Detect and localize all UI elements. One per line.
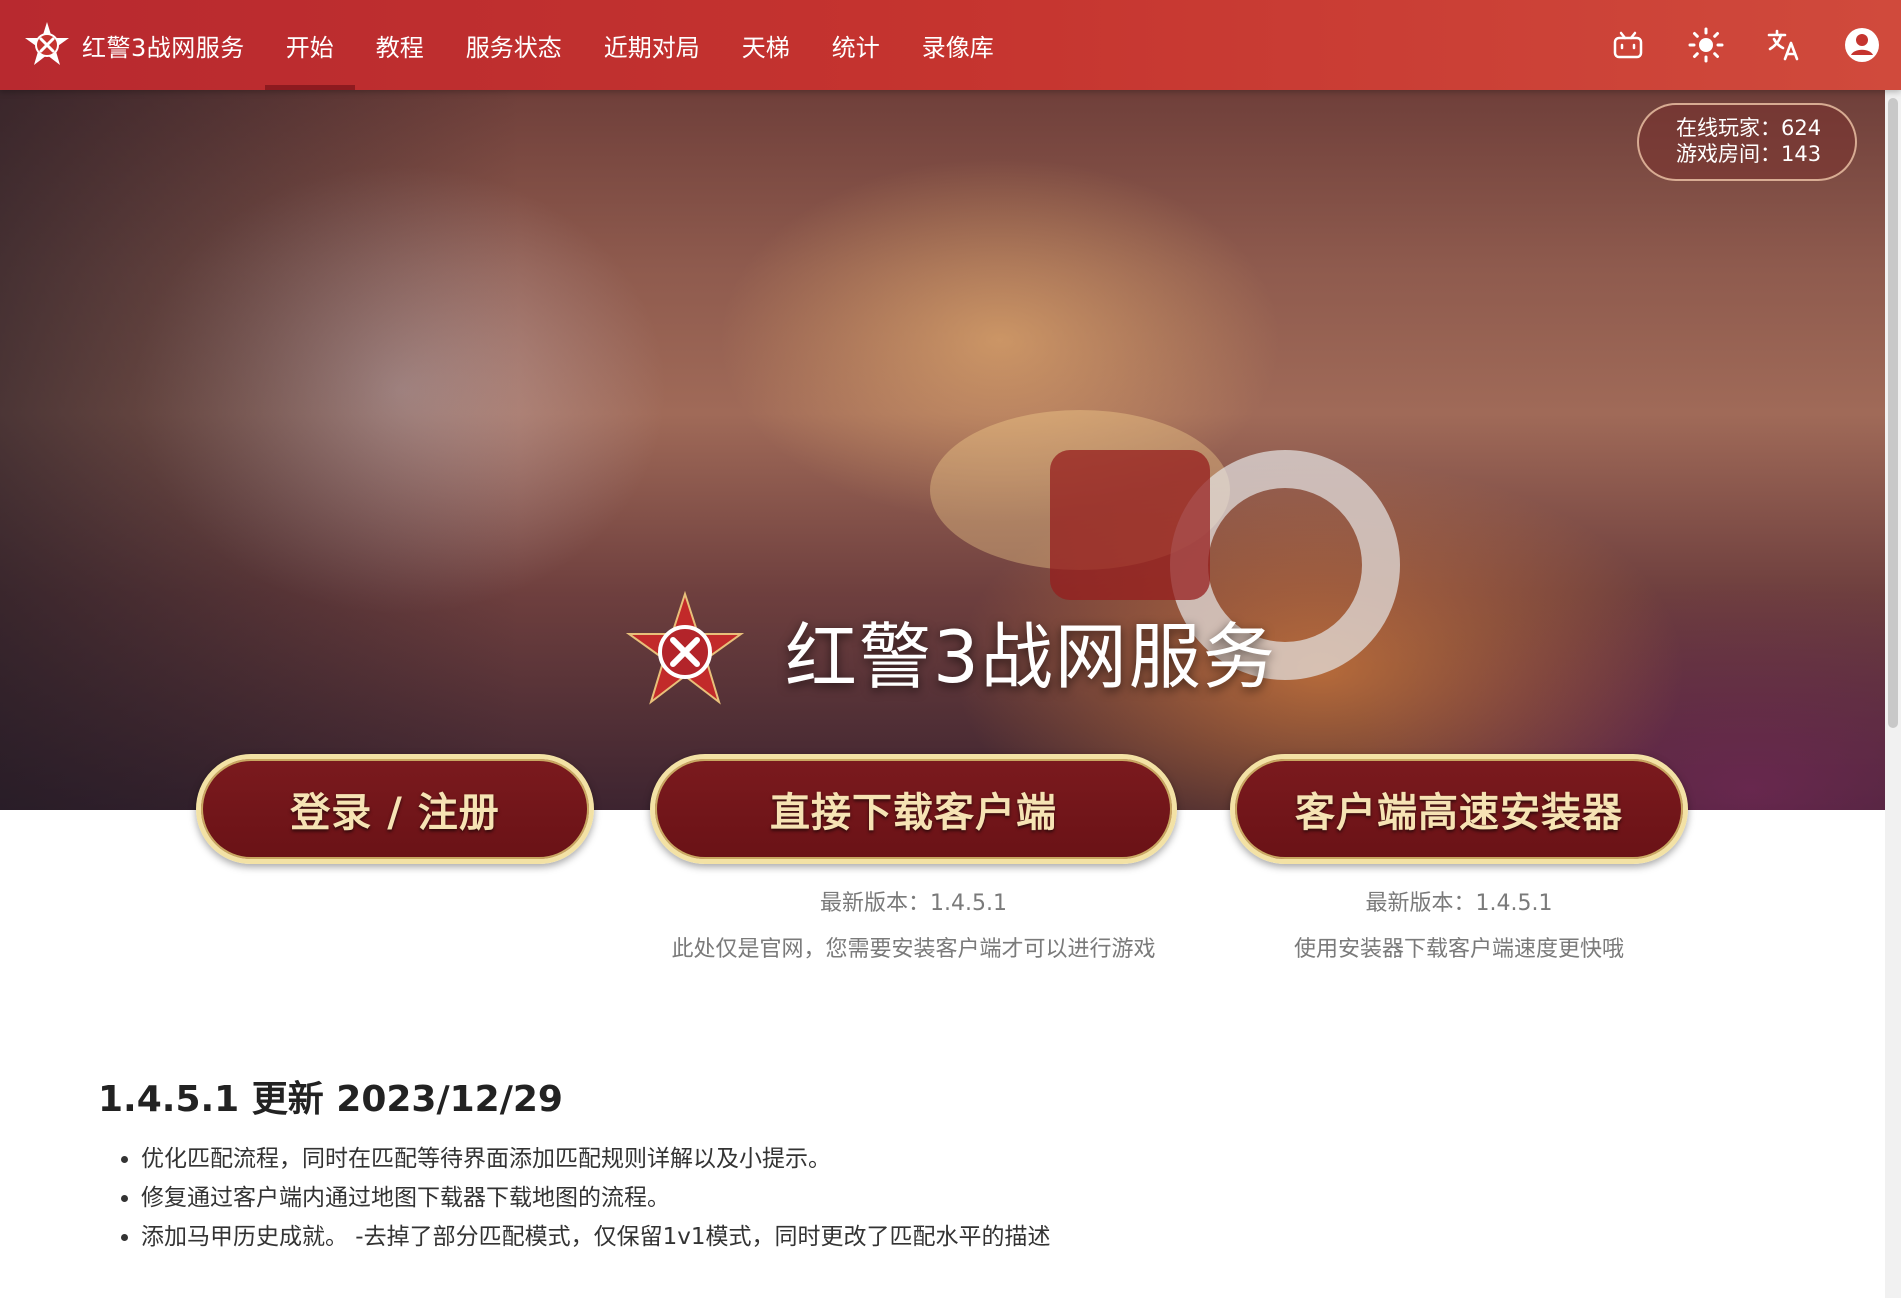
- page-scrollbar[interactable]: [1885, 90, 1901, 1298]
- hero-decorative-drum: [1050, 450, 1210, 600]
- nav-item-tutorial[interactable]: 教程: [355, 0, 445, 90]
- hero-title: 红警3战网服务: [785, 614, 1277, 699]
- account-icon[interactable]: [1823, 0, 1901, 90]
- installer-version-text: 最新版本：1.4.5.1: [1365, 891, 1553, 916]
- brand-title: 红警3战网服务: [82, 33, 245, 62]
- changelog-title: 1.4.5.1 更新 2023/12/29: [98, 1079, 563, 1120]
- hero-title-block: 红警3战网服务: [625, 590, 1277, 710]
- nav-item-service-status[interactable]: 服务状态: [445, 0, 583, 90]
- red-star-emblem-icon: [625, 590, 745, 705]
- changelog-item: 添加马甲历史成就。 -去掉了部分匹配模式，仅保留1v1模式，同时更改了匹配水平的…: [141, 1218, 1051, 1257]
- red-star-logo-icon: [22, 20, 72, 70]
- nav-item-statistics[interactable]: 统计: [811, 0, 901, 90]
- download-note-text: 此处仅是官网，您需要安装客户端才可以进行游戏: [671, 937, 1156, 962]
- nav-item-start[interactable]: 开始: [264, 0, 355, 90]
- online-players: 在线玩家：624: [1676, 116, 1822, 140]
- installer-note-text: 使用安装器下载客户端速度更快哦: [1293, 937, 1624, 962]
- changelog-list: 优化匹配流程，同时在匹配等待界面添加匹配规则详解以及小提示。 修复通过客户端内通…: [115, 1140, 1051, 1257]
- brightness-icon[interactable]: [1667, 0, 1745, 90]
- nav-right-actions: [1589, 0, 1901, 90]
- nav-item-ladder[interactable]: 天梯: [721, 0, 811, 90]
- download-version-text: 最新版本：1.4.5.1: [820, 891, 1007, 916]
- hero-banner: 在线玩家：624 游戏房间：143 红警3战网服务: [0, 90, 1885, 810]
- login-register-button[interactable]: 登录 / 注册: [196, 754, 594, 864]
- nav-item-replays[interactable]: 录像库: [901, 0, 1015, 90]
- brand[interactable]: 红警3战网服务: [22, 0, 245, 90]
- main-nav: 开始 教程 服务状态 近期对局 天梯 统计 录像库: [264, 0, 1015, 90]
- installer-button[interactable]: 客户端高速安装器: [1230, 754, 1688, 864]
- download-client-button[interactable]: 直接下载客户端: [650, 754, 1177, 864]
- game-rooms: 游戏房间：143: [1676, 142, 1822, 166]
- online-stats-badge: 在线玩家：624 游戏房间：143: [1637, 103, 1857, 181]
- top-navigation-bar: 红警3战网服务 开始 教程 服务状态 近期对局 天梯 统计 录像库: [0, 0, 1901, 90]
- nav-item-recent-matches[interactable]: 近期对局: [583, 0, 721, 90]
- translate-icon[interactable]: [1745, 0, 1823, 90]
- changelog-item: 修复通过客户端内通过地图下载器下载地图的流程。: [141, 1179, 1051, 1218]
- hero-background-shade: [0, 90, 520, 810]
- scrollbar-thumb[interactable]: [1888, 98, 1898, 728]
- changelog-item: 优化匹配流程，同时在匹配等待界面添加匹配规则详解以及小提示。: [141, 1140, 1051, 1179]
- bilibili-icon[interactable]: [1589, 0, 1667, 90]
